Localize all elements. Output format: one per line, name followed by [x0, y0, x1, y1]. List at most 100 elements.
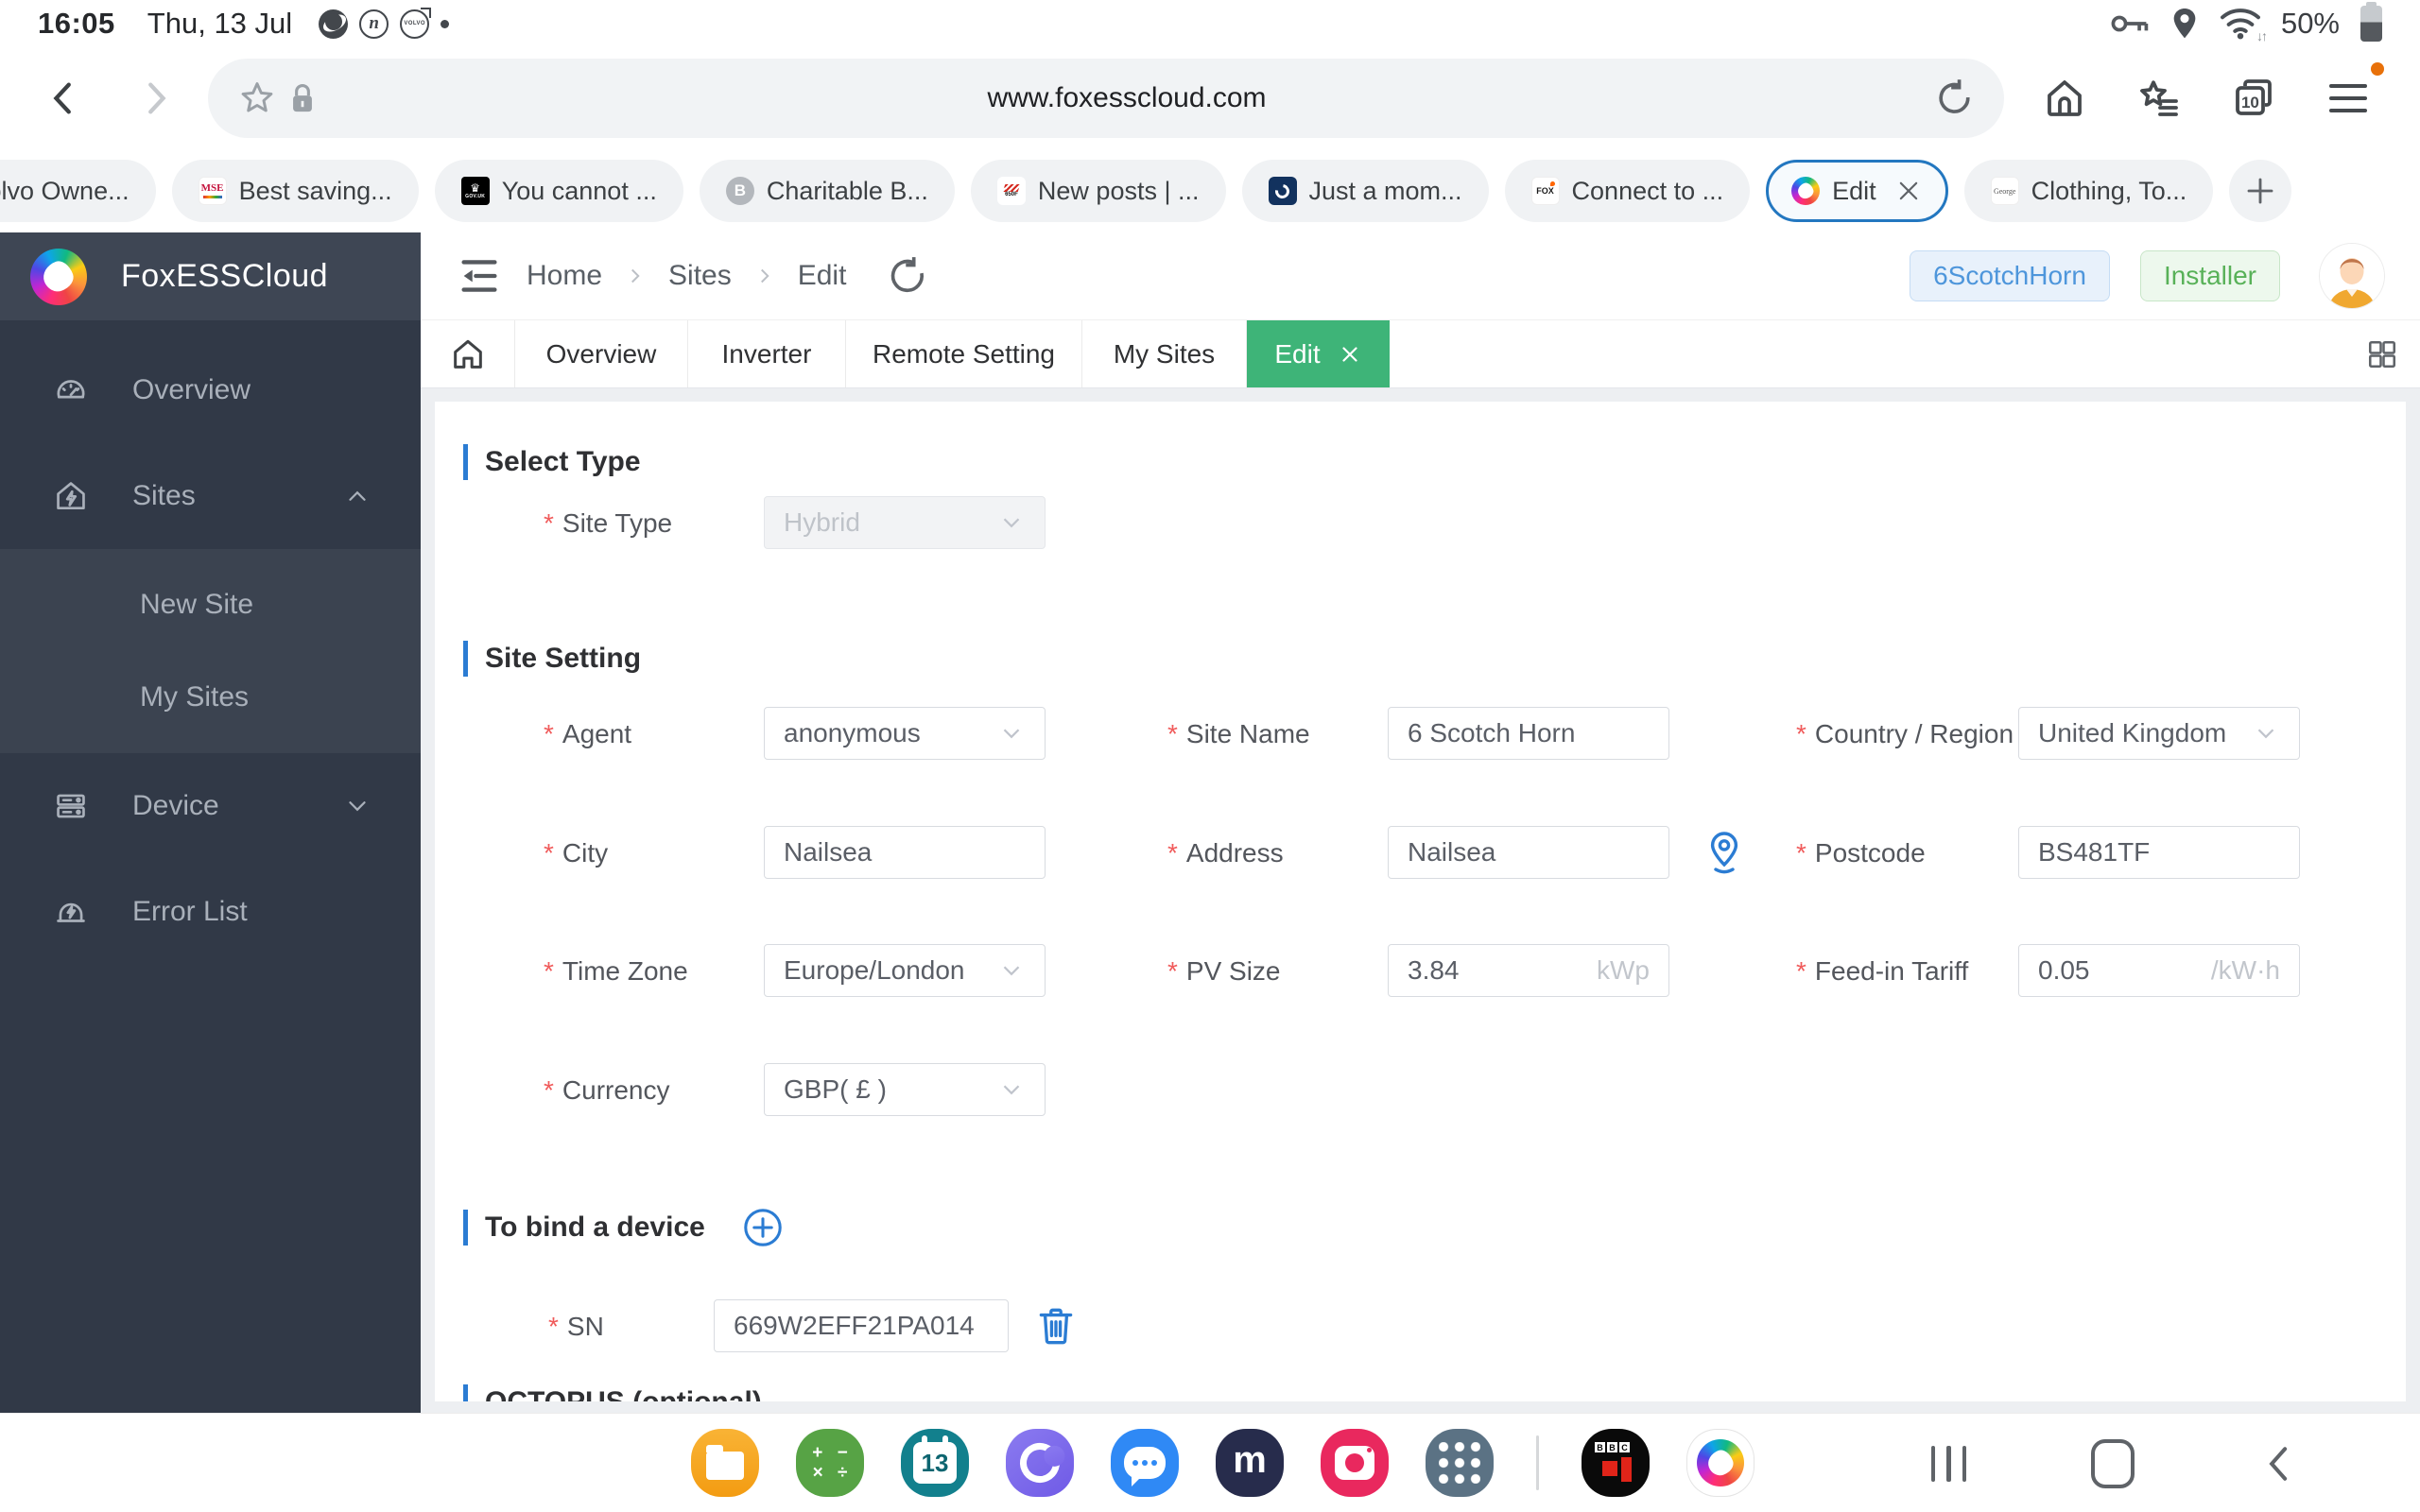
browser-tab-label: New posts | ...	[1038, 177, 1200, 206]
sidebar-item-new-site[interactable]: New Site	[0, 558, 421, 651]
breadcrumb: Home Sites Edit	[527, 260, 846, 292]
section-title: Site Setting	[485, 643, 641, 675]
fox-favicon-icon: FOX	[1531, 177, 1560, 205]
url-text[interactable]: www.foxesscloud.com	[323, 82, 1930, 114]
back-button[interactable]	[40, 74, 89, 123]
new-tab-button[interactable]	[2229, 160, 2291, 222]
camera-app-icon[interactable]	[1321, 1429, 1389, 1497]
bbc-news-app-icon[interactable]: BBC	[1582, 1429, 1650, 1497]
collapse-sidebar-icon[interactable]	[458, 257, 500, 295]
calculator-app-icon[interactable]: + −× ÷	[796, 1429, 864, 1497]
map-pin-icon[interactable]	[1702, 829, 1747, 876]
role-badge[interactable]: Installer	[2140, 250, 2280, 301]
chevron-down-icon	[997, 508, 1026, 537]
nav-back-button[interactable]	[2259, 1442, 2299, 1486]
tab-remote-setting[interactable]: Remote Setting	[846, 320, 1082, 387]
sidebar-item-my-sites[interactable]: My Sites	[0, 651, 421, 744]
foxess-cloud-app-icon[interactable]	[1686, 1429, 1754, 1497]
browser-tab[interactable]: 650FNew posts | ...	[971, 160, 1226, 222]
postcode-label: Postcode	[1796, 838, 1926, 868]
lock-icon[interactable]	[282, 74, 323, 123]
breadcrumb-sites[interactable]: Sites	[668, 260, 732, 292]
battery-icon	[2360, 6, 2382, 42]
feed-in-tariff-input[interactable]	[2038, 945, 2211, 996]
site-name-label: Site Name	[1167, 719, 1310, 749]
tab-my-sites[interactable]: My Sites	[1082, 320, 1247, 387]
reload-icon[interactable]	[1930, 74, 1979, 123]
navigation-buttons	[1931, 1414, 2300, 1512]
feed-in-tariff-unit: /kW·h	[2211, 955, 2280, 986]
messages-app-icon[interactable]	[1111, 1429, 1179, 1497]
calendar-app-icon[interactable]: 13	[901, 1429, 969, 1497]
bookmark-star-icon[interactable]	[233, 74, 282, 123]
browser-tab[interactable]: MSEBest saving...	[172, 160, 419, 222]
volvo-notification-icon: VOLVO	[400, 9, 429, 39]
browser-tab-label: Just a mom...	[1309, 177, 1462, 206]
site-name-input[interactable]	[1408, 708, 1650, 759]
browser-tab[interactable]: Volvo Owne...	[0, 160, 156, 222]
sidebar-item-device[interactable]: Device	[0, 753, 421, 859]
bookmarks-button[interactable]	[2135, 74, 2184, 123]
url-bar[interactable]: www.foxesscloud.com	[208, 59, 2004, 138]
forward-button[interactable]	[130, 74, 180, 123]
app-drawer-app-icon[interactable]	[1426, 1429, 1494, 1497]
breadcrumb-edit[interactable]: Edit	[798, 260, 847, 292]
browser-tab[interactable]: GeorgeClothing, To...	[1964, 160, 2214, 222]
header-right: 6ScotchHorn Installer	[1910, 244, 2384, 308]
sidebar-menu: Overview Sites New Site My Sites	[0, 320, 421, 965]
close-tab-icon[interactable]	[1338, 342, 1362, 367]
n-app-notification-icon: n	[359, 9, 389, 39]
content-area: Select Type Site Type Hybrid Site Settin…	[421, 388, 2420, 1413]
city-input[interactable]	[784, 827, 1026, 878]
timezone-select[interactable]: Europe/London	[764, 944, 1046, 997]
tab-layout-grid-icon[interactable]	[2365, 320, 2420, 387]
tab-inverter[interactable]: Inverter	[688, 320, 846, 387]
menu-button[interactable]	[2324, 74, 2373, 123]
tab-edit-active[interactable]: Edit	[1247, 320, 1390, 387]
pv-size-unit: kWp	[1597, 955, 1650, 986]
browser-tab[interactable]: ♛GOV.UKYou cannot ...	[435, 160, 683, 222]
foxess-favicon-icon	[1791, 177, 1820, 205]
location-icon	[2169, 6, 2200, 42]
page-refresh-icon[interactable]	[886, 254, 929, 298]
app-tab-bar: Overview Inverter Remote Setting My Site…	[421, 320, 2420, 388]
govuk-favicon-icon: ♛GOV.UK	[461, 177, 490, 205]
sidebar-item-error-list[interactable]: Error List	[0, 859, 421, 965]
home-button[interactable]	[2040, 74, 2089, 123]
tabs-button[interactable]: 10	[2229, 74, 2278, 123]
sidebar-item-label: New Site	[140, 589, 253, 621]
site-type-select[interactable]: Hybrid	[764, 496, 1046, 549]
nav-home-button[interactable]	[2091, 1439, 2135, 1488]
sidebar-item-overview[interactable]: Overview	[0, 337, 421, 443]
browser-tab[interactable]: Just a mom...	[1242, 160, 1489, 222]
samsung-internet-app-icon[interactable]	[1006, 1429, 1074, 1497]
sn-field	[714, 1299, 1009, 1352]
sidebar-item-sites[interactable]: Sites	[0, 443, 421, 549]
avatar[interactable]	[2320, 244, 2384, 308]
address-input[interactable]	[1408, 827, 1650, 878]
agent-select[interactable]: anonymous	[764, 707, 1046, 760]
close-tab-icon[interactable]	[1894, 177, 1923, 205]
tab-overview[interactable]: Overview	[515, 320, 688, 387]
currency-select[interactable]: GBP( £ )	[764, 1063, 1046, 1116]
pv-size-input[interactable]	[1408, 945, 1597, 996]
country-select[interactable]: United Kingdom	[2018, 707, 2300, 760]
browser-tab-label: Edit	[1832, 177, 1876, 206]
files-app-icon[interactable]	[691, 1429, 759, 1497]
add-device-icon[interactable]	[741, 1206, 785, 1249]
recents-button[interactable]	[1931, 1446, 1967, 1482]
browser-tab[interactable]: BCharitable B...	[700, 160, 955, 222]
postcode-input[interactable]	[2038, 827, 2280, 878]
delete-device-icon[interactable]	[1032, 1302, 1080, 1349]
browser-tab-active[interactable]: Edit	[1766, 160, 1948, 222]
browser-tab[interactable]: FOXConnect to ...	[1505, 160, 1751, 222]
city-field	[764, 826, 1046, 879]
main-panel: Home Sites Edit 6ScotchHorn Installer	[421, 232, 2420, 1413]
breadcrumb-home[interactable]: Home	[527, 260, 602, 292]
edit-form-card: Select Type Site Type Hybrid Site Settin…	[435, 402, 2406, 1401]
site-type-label: Site Type	[544, 508, 672, 539]
tab-home[interactable]	[421, 320, 515, 387]
mastodon-app-icon[interactable]: m	[1216, 1429, 1284, 1497]
site-badge[interactable]: 6ScotchHorn	[1910, 250, 2110, 301]
sn-input[interactable]	[734, 1300, 989, 1351]
